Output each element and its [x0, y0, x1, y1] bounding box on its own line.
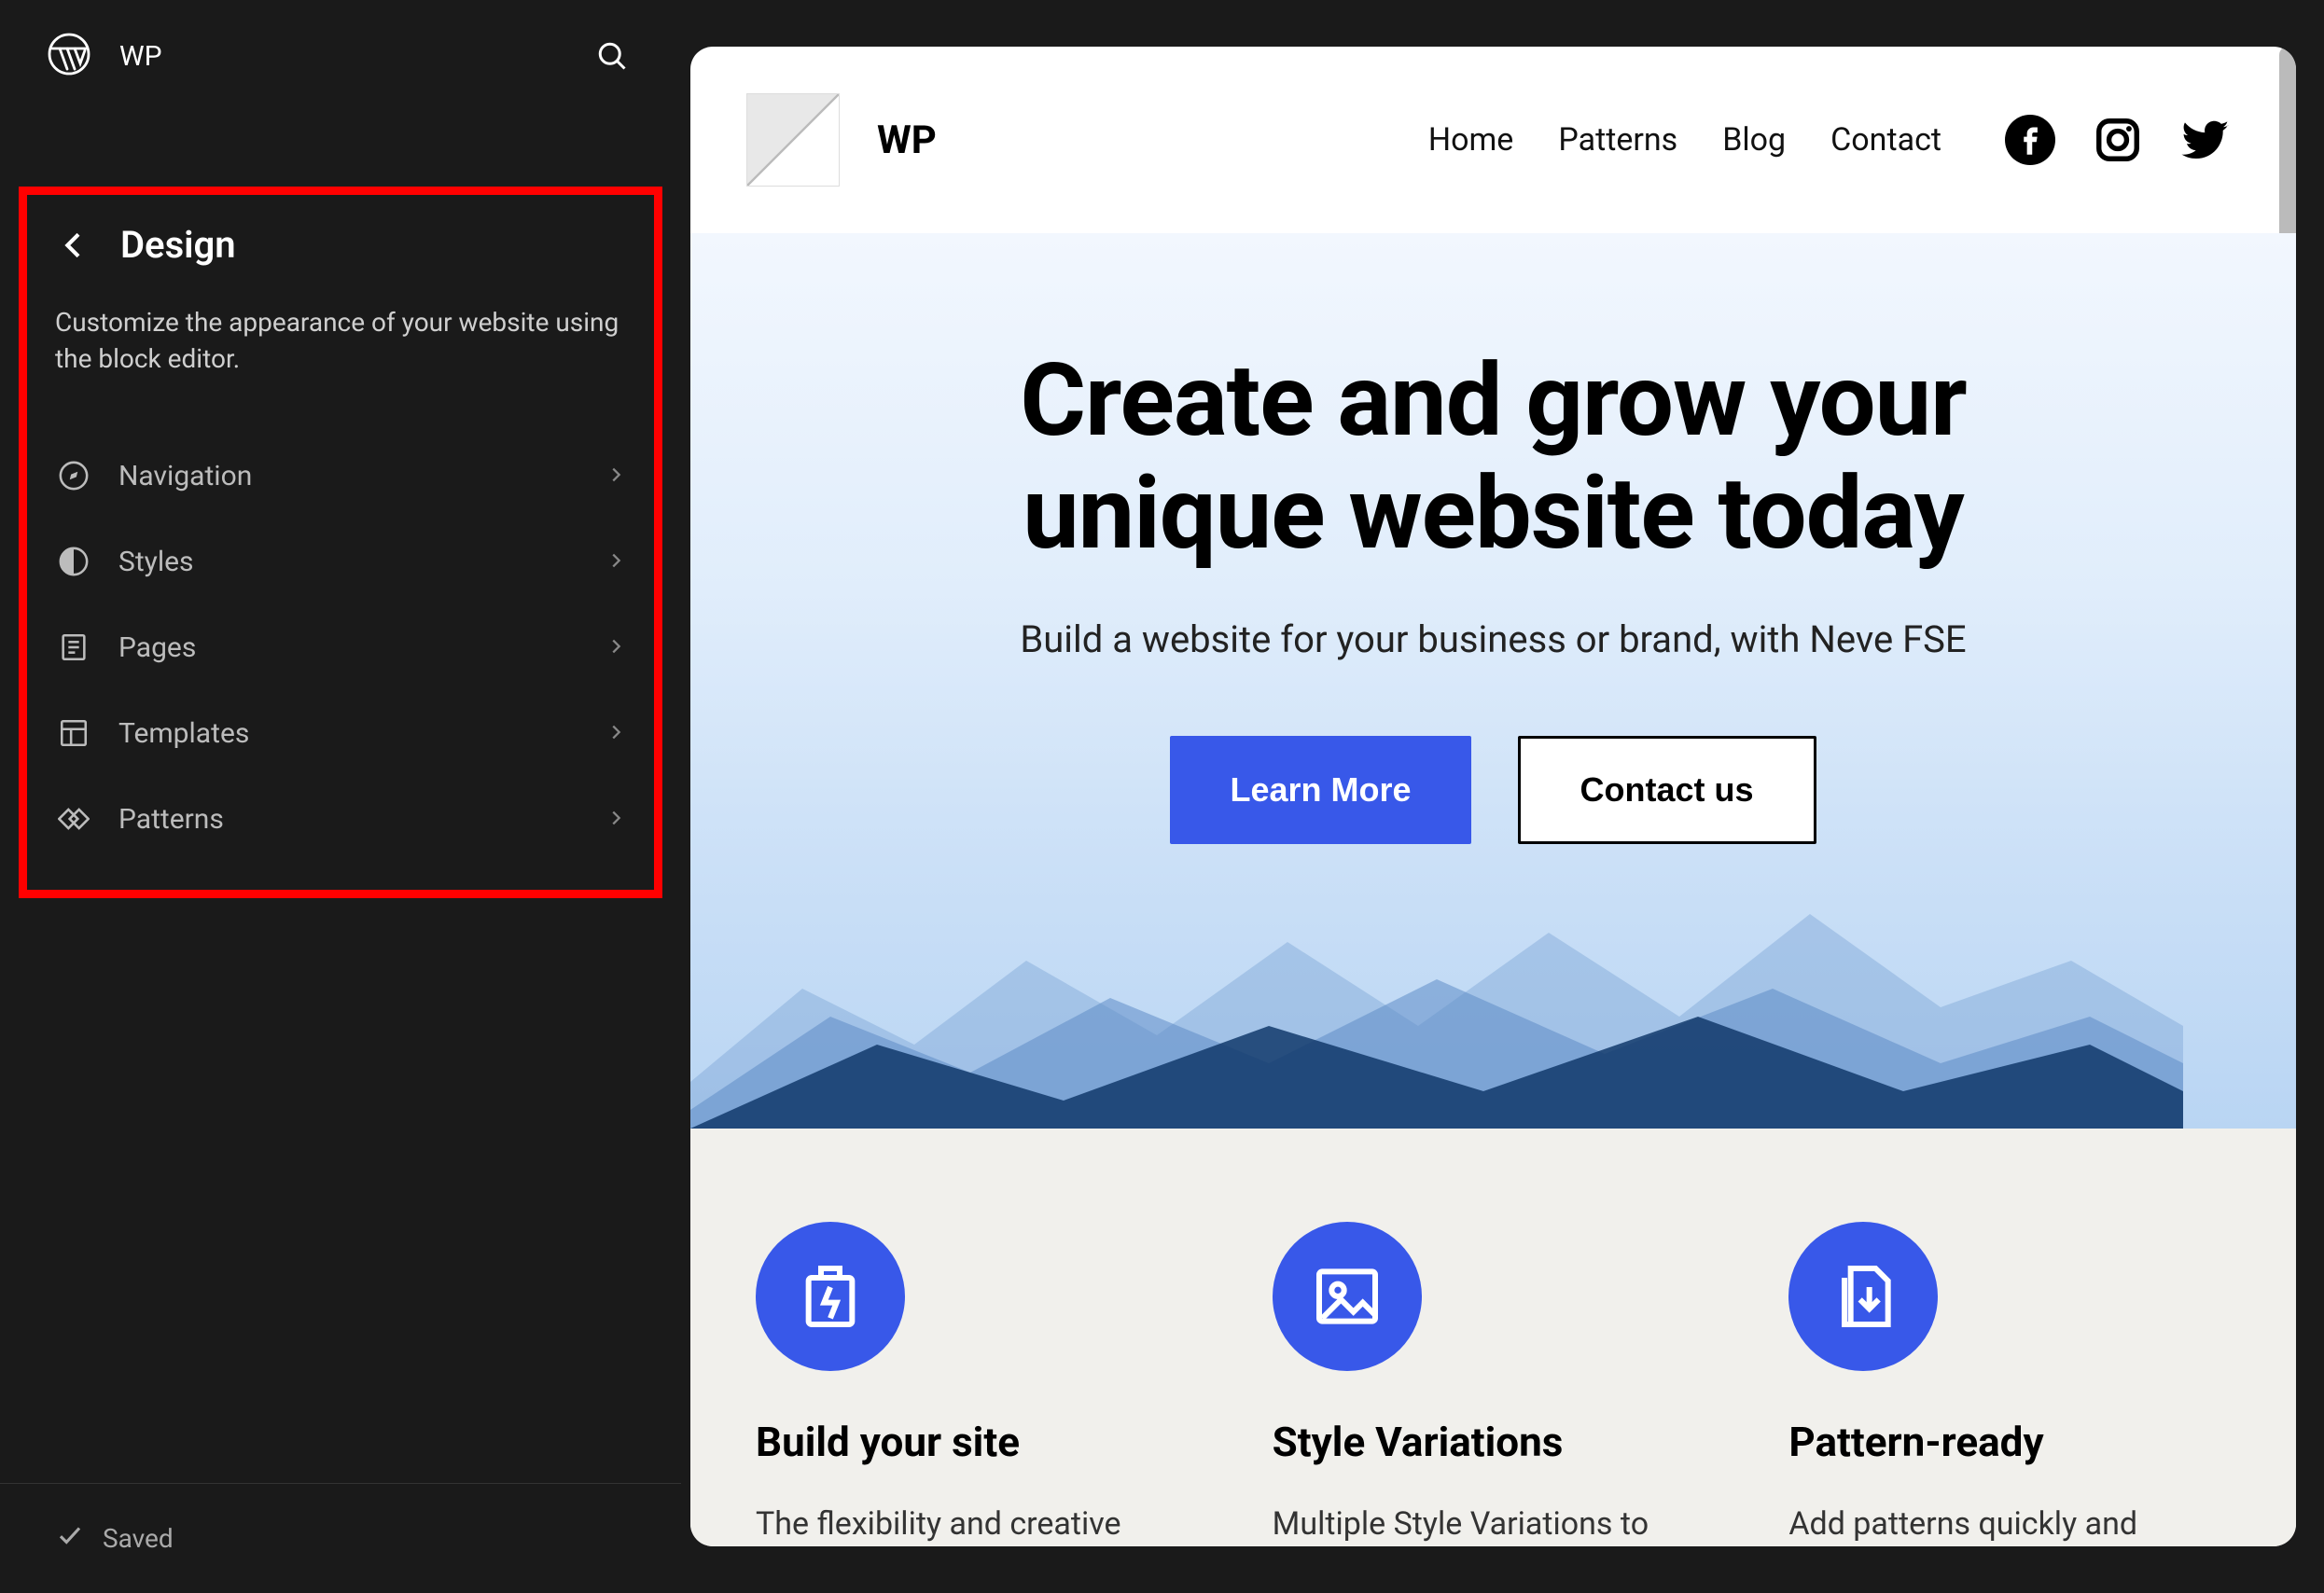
sidebar-item-navigation[interactable]: Navigation: [55, 433, 626, 519]
saved-status: Saved: [0, 1483, 681, 1593]
feature-title: Pattern-ready: [1788, 1418, 2231, 1466]
site-name[interactable]: WP: [119, 40, 162, 73]
sidebar-item-templates[interactable]: Templates: [55, 690, 626, 776]
contact-us-button[interactable]: Contact us: [1518, 736, 1816, 844]
preview-area: WP Home Patterns Blog Contact: [681, 0, 2324, 1593]
back-icon[interactable]: [55, 227, 92, 264]
sidebar-item-label: Styles: [118, 546, 579, 578]
hero-actions: Learn More Contact us: [690, 736, 2296, 844]
check-icon: [56, 1521, 84, 1556]
download-doc-icon: [1788, 1222, 1938, 1371]
sidebar-item-pages[interactable]: Pages: [55, 604, 626, 690]
feature-styles: Style Variations Multiple Style Variatio…: [1273, 1222, 1715, 1546]
design-menu: Navigation Styles Pages: [55, 433, 626, 862]
sidebar-item-label: Navigation: [118, 460, 579, 492]
nav-link-blog[interactable]: Blog: [1722, 121, 1786, 159]
contrast-icon: [55, 543, 92, 580]
chevron-right-icon: [605, 717, 626, 750]
nav-link-home[interactable]: Home: [1428, 121, 1514, 159]
chevron-right-icon: [605, 546, 626, 578]
feature-build: Build your site The flexibility and crea…: [756, 1222, 1198, 1546]
preview-header: WP Home Patterns Blog Contact: [690, 47, 2296, 233]
hero-subtitle: Build a website for your business or bra…: [690, 617, 2296, 661]
feature-desc: Multiple Style Variations to: [1273, 1503, 1715, 1546]
social-links: [2005, 115, 2231, 165]
feature-desc: The flexibility and creative: [756, 1503, 1198, 1546]
feature-desc: Add patterns quickly and: [1788, 1503, 2231, 1546]
instagram-icon[interactable]: [2093, 115, 2143, 165]
battery-icon: [756, 1222, 905, 1371]
panel-title: Design: [120, 223, 236, 267]
patterns-icon: [55, 800, 92, 838]
wordpress-logo-icon[interactable]: [47, 32, 91, 80]
chevron-right-icon: [605, 460, 626, 492]
compass-icon: [55, 457, 92, 494]
chevron-right-icon: [605, 631, 626, 664]
sidebar-top-bar: WP: [0, 0, 681, 112]
sidebar: WP Design Customize the appearance of yo…: [0, 0, 681, 1593]
twitter-icon[interactable]: [2180, 115, 2231, 165]
learn-more-button[interactable]: Learn More: [1170, 736, 1470, 844]
panel-header: Design: [55, 223, 626, 267]
image-icon: [1273, 1222, 1422, 1371]
hero-mountains-image: [690, 830, 2183, 1129]
nav-link-patterns[interactable]: Patterns: [1558, 121, 1677, 159]
feature-title: Style Variations: [1273, 1418, 1715, 1466]
site-logo-placeholder[interactable]: [746, 93, 840, 187]
features-section: Build your site The flexibility and crea…: [690, 1129, 2296, 1546]
sidebar-item-label: Patterns: [118, 803, 579, 836]
design-panel: Design Customize the appearance of your …: [19, 187, 662, 898]
nav-link-contact[interactable]: Contact: [1830, 121, 1941, 159]
preview-nav: Home Patterns Blog Contact: [1428, 115, 2231, 165]
facebook-icon[interactable]: [2005, 115, 2055, 165]
site-preview-frame[interactable]: WP Home Patterns Blog Contact: [690, 47, 2296, 1546]
layout-icon: [55, 714, 92, 752]
hero-section: Create and grow your unique website toda…: [690, 233, 2296, 1129]
sidebar-item-label: Templates: [118, 717, 579, 750]
sidebar-item-styles[interactable]: Styles: [55, 519, 626, 604]
search-icon[interactable]: [590, 34, 634, 78]
saved-label: Saved: [103, 1523, 174, 1554]
feature-patterns: Pattern-ready Add patterns quickly and: [1788, 1222, 2231, 1546]
preview-brand[interactable]: WP: [877, 118, 937, 163]
hero-title: Create and grow your unique website toda…: [690, 345, 2296, 571]
panel-description: Customize the appearance of your website…: [55, 304, 626, 377]
page-icon: [55, 629, 92, 666]
feature-title: Build your site: [756, 1418, 1198, 1466]
sidebar-item-label: Pages: [118, 631, 579, 664]
chevron-right-icon: [605, 803, 626, 836]
sidebar-item-patterns[interactable]: Patterns: [55, 776, 626, 862]
